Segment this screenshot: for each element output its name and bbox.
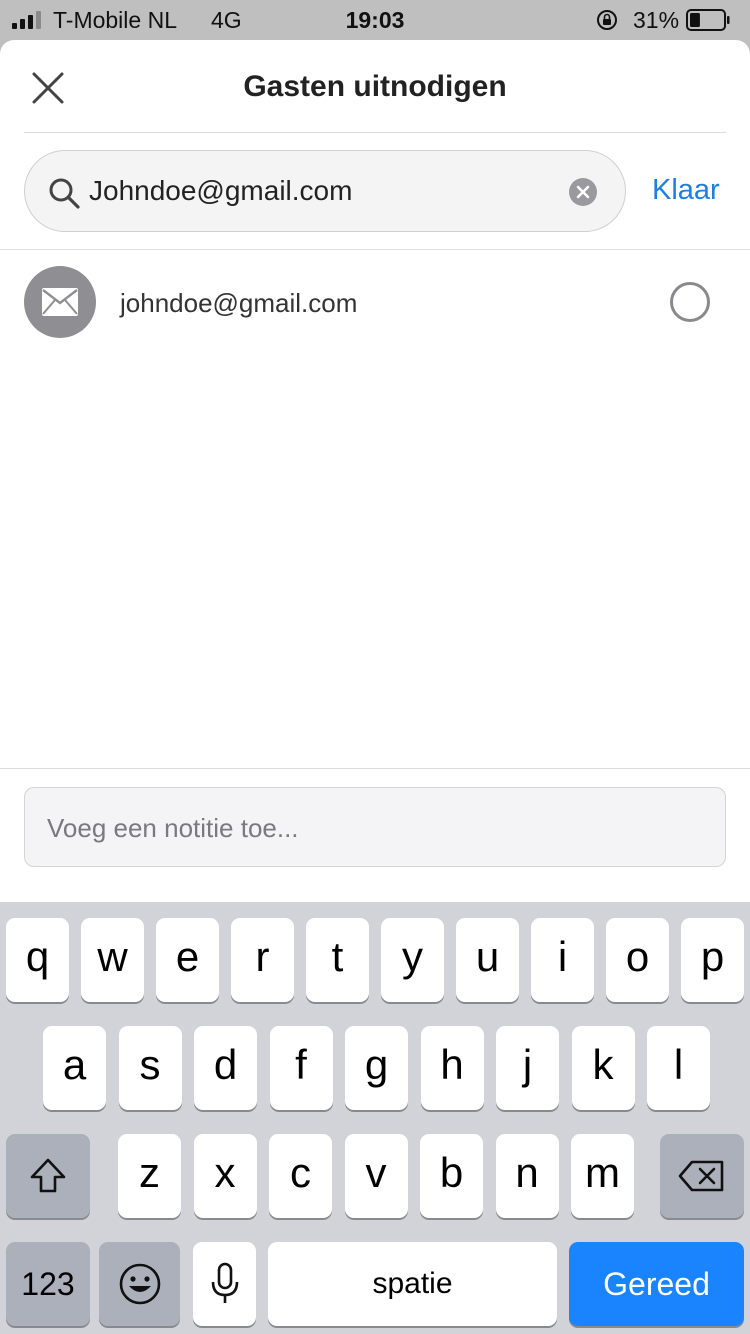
status-bar: T-Mobile NL 4G 19:03 31% xyxy=(0,0,750,40)
key-label: t xyxy=(331,933,344,980)
key-u[interactable]: u xyxy=(456,918,519,1002)
delete-key[interactable] xyxy=(660,1134,744,1218)
key-d[interactable]: d xyxy=(194,1026,257,1110)
key-h[interactable]: h xyxy=(420,1026,484,1110)
clear-icon[interactable] xyxy=(568,177,598,207)
key-v[interactable]: v xyxy=(344,1134,408,1218)
key-m[interactable]: m xyxy=(571,1134,634,1218)
keyboard: qwertyuiop asdfghjkl zxcvbnm 123 spatie … xyxy=(0,902,750,1334)
space-key[interactable]: spatie xyxy=(268,1242,557,1326)
delete-icon xyxy=(678,1160,724,1192)
note-input[interactable]: Voeg een notitie toe... xyxy=(24,787,726,867)
key-label: k xyxy=(592,1041,614,1088)
key-label: j xyxy=(522,1041,533,1088)
key-j[interactable]: j xyxy=(496,1026,559,1110)
return-key[interactable]: Gereed xyxy=(569,1242,744,1326)
key-s[interactable]: s xyxy=(118,1026,182,1110)
list-item[interactable]: johndoe@gmail.com xyxy=(0,250,750,356)
key-o[interactable]: o xyxy=(606,918,669,1002)
key-label: b xyxy=(439,1149,464,1196)
battery-icon xyxy=(686,9,730,31)
key-label: d xyxy=(213,1041,238,1088)
key-label: i xyxy=(557,933,568,980)
key-q[interactable]: q xyxy=(6,918,69,1002)
key-label: e xyxy=(175,933,200,980)
numbers-key-label: 123 xyxy=(21,1266,75,1302)
key-f[interactable]: f xyxy=(269,1026,333,1110)
key-x[interactable]: x xyxy=(193,1134,257,1218)
done-button[interactable]: Klaar xyxy=(652,174,720,207)
divider xyxy=(24,132,726,133)
invite-guests-sheet: Gasten uitnodigen Johndoe@gmail.com Klaa… xyxy=(0,40,750,902)
key-c[interactable]: c xyxy=(269,1134,332,1218)
mail-icon xyxy=(42,288,78,316)
note-placeholder: Voeg een notitie toe... xyxy=(47,813,299,843)
key-a[interactable]: a xyxy=(43,1026,106,1110)
key-label: y xyxy=(402,933,423,980)
orientation-lock-icon xyxy=(597,10,617,30)
key-r[interactable]: r xyxy=(231,918,294,1002)
key-label: g xyxy=(364,1041,389,1088)
key-label: z xyxy=(139,1149,160,1196)
select-radio[interactable] xyxy=(670,282,710,322)
key-label: x xyxy=(214,1149,236,1196)
space-key-label: spatie xyxy=(372,1267,453,1300)
key-label: n xyxy=(515,1149,539,1196)
key-t[interactable]: t xyxy=(306,918,369,1002)
key-label: c xyxy=(290,1149,311,1196)
emoji-key[interactable] xyxy=(99,1242,180,1326)
key-label: l xyxy=(673,1041,684,1088)
search-field[interactable]: Johndoe@gmail.com xyxy=(24,150,626,232)
key-p[interactable]: p xyxy=(681,918,744,1002)
key-label: s xyxy=(139,1041,161,1088)
key-label: v xyxy=(365,1149,387,1196)
key-y[interactable]: y xyxy=(381,918,444,1002)
key-z[interactable]: z xyxy=(118,1134,181,1218)
key-e[interactable]: e xyxy=(156,918,219,1002)
key-w[interactable]: w xyxy=(81,918,144,1002)
key-k[interactable]: k xyxy=(571,1026,635,1110)
key-label: r xyxy=(255,933,270,980)
key-b[interactable]: b xyxy=(420,1134,483,1218)
key-label: q xyxy=(25,933,50,980)
key-label: f xyxy=(295,1041,307,1088)
return-key-label: Gereed xyxy=(603,1266,710,1302)
key-label: u xyxy=(475,933,500,980)
battery-percentage: 31% xyxy=(633,7,680,33)
shift-key[interactable] xyxy=(6,1134,90,1218)
key-n[interactable]: n xyxy=(495,1134,559,1218)
emoji-icon xyxy=(119,1263,160,1305)
microphone-icon xyxy=(211,1262,238,1303)
key-i[interactable]: i xyxy=(531,918,594,1002)
key-label: w xyxy=(97,933,128,980)
key-label: p xyxy=(700,933,725,980)
numbers-key[interactable]: 123 xyxy=(6,1242,90,1326)
divider xyxy=(0,768,750,769)
avatar xyxy=(24,266,96,338)
shift-icon xyxy=(30,1158,66,1193)
result-email: johndoe@gmail.com xyxy=(120,288,358,318)
key-label: o xyxy=(625,933,650,980)
key-label: m xyxy=(585,1149,620,1196)
key-label: a xyxy=(62,1041,87,1088)
key-g[interactable]: g xyxy=(345,1026,408,1110)
key-l[interactable]: l xyxy=(647,1026,710,1110)
dictation-key[interactable] xyxy=(193,1242,256,1326)
search-input[interactable]: Johndoe@gmail.com xyxy=(89,175,352,207)
page-title: Gasten uitnodigen xyxy=(243,70,507,103)
key-label: h xyxy=(440,1041,464,1088)
search-icon xyxy=(49,178,80,209)
